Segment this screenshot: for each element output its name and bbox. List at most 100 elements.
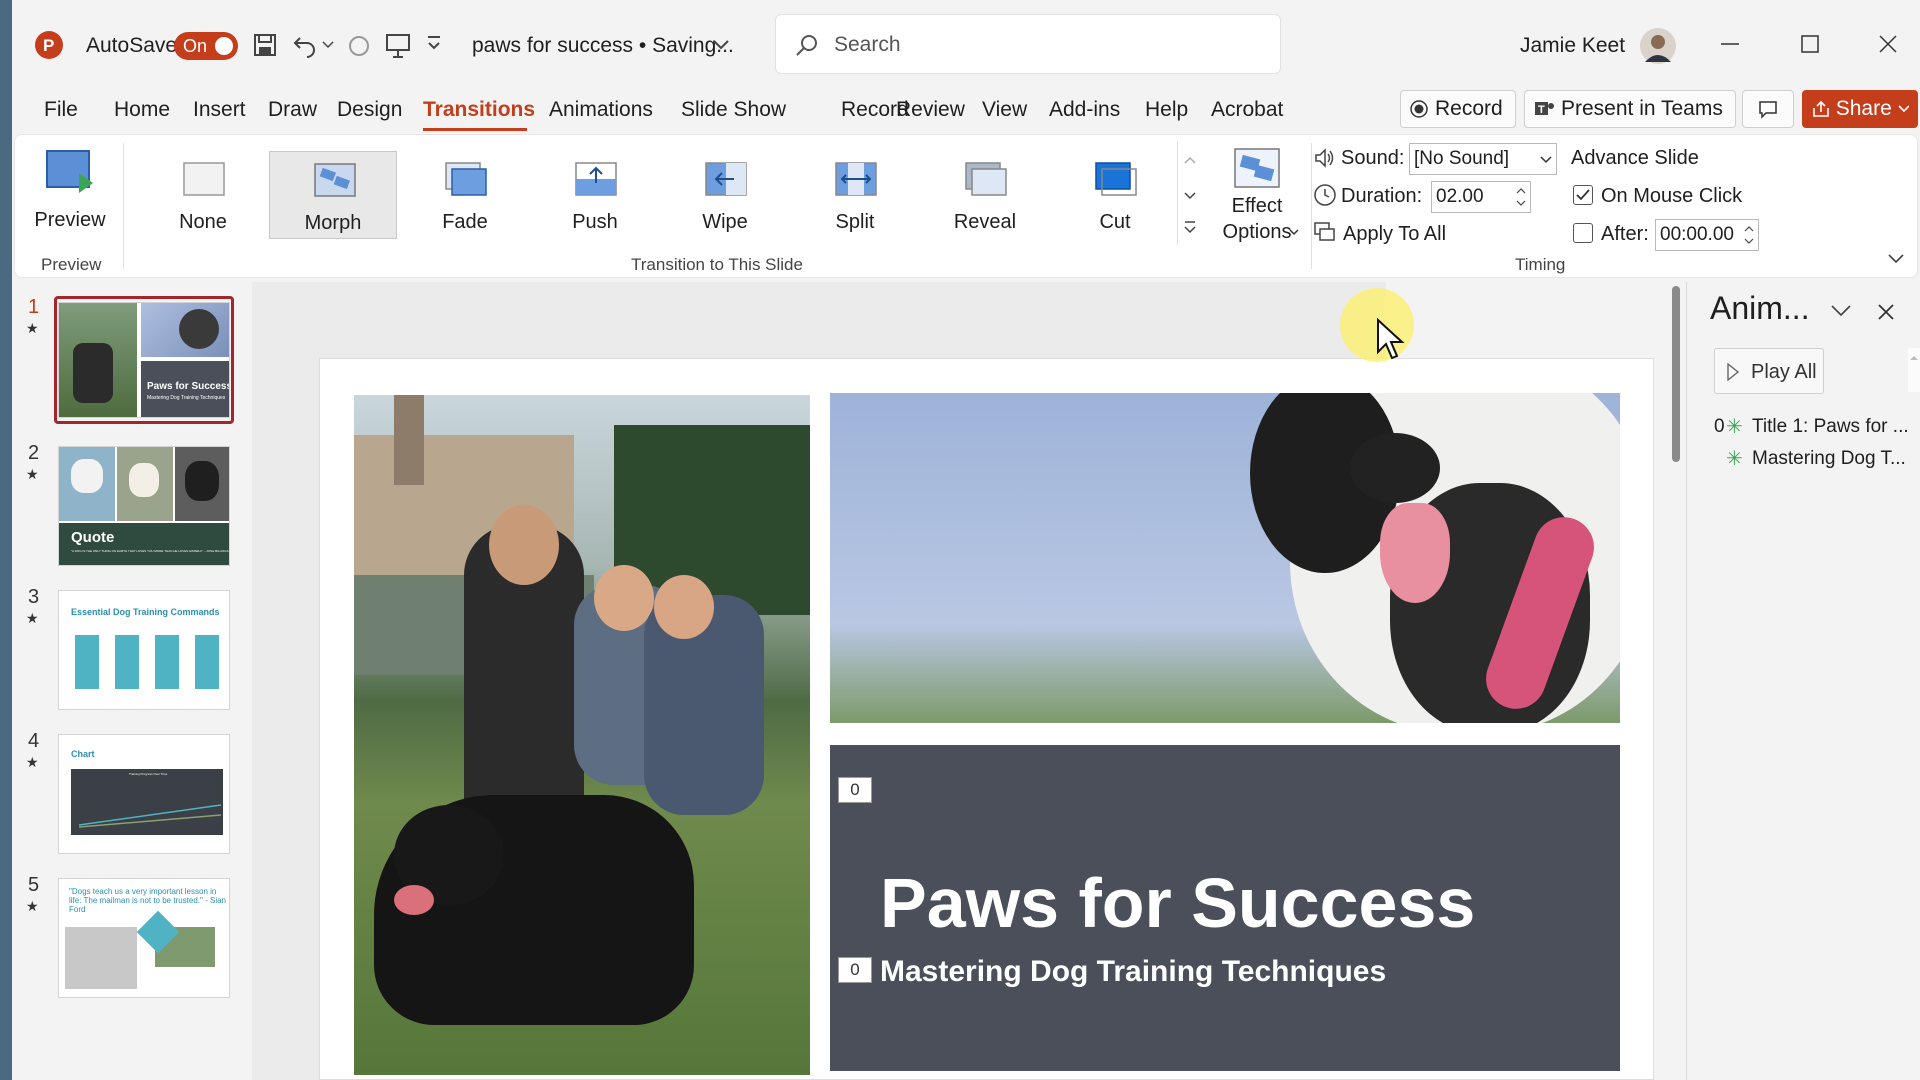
tab-animations[interactable]: Animations bbox=[549, 98, 653, 122]
slide-subtitle[interactable]: Mastering Dog Training Techniques bbox=[880, 955, 1386, 989]
duration-field[interactable]: 02.00 bbox=[1431, 181, 1531, 213]
transition-wipe[interactable]: Wipe bbox=[661, 151, 789, 239]
transition-morph[interactable]: Morph bbox=[269, 151, 397, 239]
powerpoint-logo-icon: P bbox=[35, 31, 63, 59]
comments-button[interactable] bbox=[1742, 90, 1794, 128]
present-in-teams-button[interactable]: T Present in Teams bbox=[1524, 90, 1736, 128]
share-button[interactable]: Share bbox=[1802, 90, 1918, 128]
duration-spinner-icon[interactable] bbox=[1516, 186, 1526, 208]
gallery-more-icon[interactable] bbox=[1181, 219, 1199, 237]
on-mouse-click-checkbox[interactable] bbox=[1573, 185, 1593, 205]
animation-item-label: Mastering Dog T... bbox=[1752, 448, 1906, 469]
slide-thumbnail-5[interactable]: "Dogs teach us a very important lesson i… bbox=[58, 878, 230, 998]
autosave-label: AutoSave bbox=[86, 34, 178, 57]
title-dropdown-icon[interactable] bbox=[712, 38, 730, 52]
transition-label: None bbox=[179, 211, 227, 233]
transition-split[interactable]: Split bbox=[791, 151, 919, 239]
maximize-icon[interactable] bbox=[1798, 32, 1822, 56]
user-name[interactable]: Jamie Keet bbox=[1520, 34, 1625, 58]
gallery-scroll-up-icon[interactable] bbox=[1181, 153, 1199, 167]
main-slide[interactable]: Paws for Success Mastering Dog Training … bbox=[319, 358, 1654, 1080]
animation-pane: Anim... Play All 0 ✳ Title 1: Paws for .… bbox=[1686, 282, 1920, 1080]
present-in-teams-label: Present in Teams bbox=[1561, 97, 1723, 120]
present-from-start-icon[interactable] bbox=[384, 32, 412, 60]
after-label: After: bbox=[1601, 223, 1649, 245]
appear-effect-icon: ✳ bbox=[1726, 416, 1743, 438]
play-icon bbox=[1727, 363, 1739, 381]
ribbon-collapse-icon[interactable] bbox=[1887, 253, 1905, 265]
document-title[interactable]: paws for success • Saving... bbox=[472, 34, 734, 58]
slide-thumbnail-1[interactable]: Paws for Success Mastering Dog Training … bbox=[58, 302, 230, 418]
slide-thumbnail-4[interactable]: Chart Training Progress Over Time bbox=[58, 734, 230, 854]
tab-add-ins[interactable]: Add-ins bbox=[1049, 98, 1120, 122]
autosave-toggle[interactable]: On bbox=[174, 32, 238, 60]
tab-home[interactable]: Home bbox=[114, 98, 170, 122]
animation-order-badge: 0 bbox=[838, 957, 872, 983]
save-icon[interactable] bbox=[252, 32, 278, 58]
transition-group-label: Transition to This Slide bbox=[631, 255, 803, 274]
family-photo[interactable] bbox=[354, 395, 810, 1075]
sound-label: Sound: bbox=[1341, 147, 1405, 169]
preview-button[interactable]: Preview bbox=[29, 145, 111, 235]
animation-item-2[interactable]: ✳ Mastering Dog T... bbox=[1714, 446, 1914, 476]
tab-acrobat[interactable]: Acrobat bbox=[1211, 98, 1283, 122]
ribbon: Preview Preview None Morph Fade Push Wip… bbox=[14, 134, 1918, 278]
play-all-button[interactable]: Play All bbox=[1714, 348, 1824, 394]
apply-to-all-button[interactable]: Apply To All bbox=[1343, 223, 1446, 246]
after-field[interactable]: 00:00.00 bbox=[1655, 219, 1759, 251]
transition-fade[interactable]: Fade bbox=[401, 151, 529, 239]
transition-cut[interactable]: Cut bbox=[1051, 151, 1179, 239]
pane-options-icon[interactable] bbox=[1830, 304, 1852, 318]
tab-insert[interactable]: Insert bbox=[193, 98, 246, 122]
tab-view[interactable]: View bbox=[982, 98, 1027, 122]
gallery-scroll-down-icon[interactable] bbox=[1181, 189, 1199, 203]
record-label: Record bbox=[1435, 97, 1503, 120]
preview-group-label: Preview bbox=[41, 255, 102, 274]
svg-text:T: T bbox=[1538, 104, 1545, 116]
powerpoint-window: P AutoSave On paws for success • Saving.… bbox=[12, 0, 1920, 1080]
after-spinner-icon[interactable] bbox=[1744, 224, 1754, 246]
minimize-icon[interactable] bbox=[1718, 32, 1742, 56]
share-icon bbox=[1813, 100, 1829, 117]
slide-number: 1 bbox=[28, 296, 40, 318]
transition-reveal[interactable]: Reveal bbox=[921, 151, 1049, 239]
sound-select[interactable]: [No Sound] bbox=[1409, 143, 1557, 175]
transition-none[interactable]: None bbox=[139, 151, 267, 239]
slide-thumbnail-2[interactable]: Quote "A DOG IS THE ONLY THING ON EARTH … bbox=[58, 446, 230, 566]
close-icon[interactable] bbox=[1876, 32, 1900, 56]
title-block[interactable]: Paws for Success Mastering Dog Training … bbox=[830, 745, 1620, 1071]
tab-help[interactable]: Help bbox=[1145, 98, 1188, 122]
autosave-state: On bbox=[183, 36, 208, 56]
tab-draw[interactable]: Draw bbox=[268, 98, 317, 122]
share-dropdown-icon[interactable] bbox=[1898, 104, 1909, 114]
record-button[interactable]: Record bbox=[1400, 90, 1516, 128]
canvas-scrollbar[interactable] bbox=[1672, 286, 1680, 462]
undo-icon[interactable] bbox=[292, 32, 318, 58]
tab-review[interactable]: Review bbox=[896, 98, 965, 122]
thumb-5-quote: "Dogs teach us a very important lesson i… bbox=[69, 887, 226, 914]
transition-label: Reveal bbox=[953, 211, 1017, 233]
slide-thumbnail-3[interactable]: Essential Dog Training Commands bbox=[58, 590, 230, 710]
undo-dropdown-icon[interactable] bbox=[322, 40, 334, 50]
search-box[interactable]: Search bbox=[775, 14, 1281, 74]
pane-close-icon[interactable] bbox=[1876, 302, 1896, 322]
effect-options-button[interactable]: Effect Options bbox=[1211, 145, 1303, 245]
thumb-3-title: Essential Dog Training Commands bbox=[71, 607, 220, 617]
customize-toolbar-icon[interactable] bbox=[426, 34, 442, 54]
duration-clock-icon bbox=[1314, 184, 1336, 206]
tab-design[interactable]: Design bbox=[337, 98, 402, 122]
slide-title[interactable]: Paws for Success bbox=[880, 863, 1475, 943]
transition-push[interactable]: Push bbox=[531, 151, 659, 239]
user-avatar[interactable] bbox=[1640, 28, 1676, 64]
appear-effect-icon: ✳ bbox=[1726, 448, 1743, 470]
dog-photo[interactable] bbox=[830, 393, 1620, 723]
pane-scrollbar[interactable] bbox=[1908, 348, 1920, 392]
tab-file[interactable]: File bbox=[44, 98, 78, 122]
tab-slide-show[interactable]: Slide Show bbox=[681, 98, 786, 122]
after-value: 00:00.00 bbox=[1660, 224, 1734, 245]
redo-icon[interactable] bbox=[346, 32, 372, 58]
tab-transitions[interactable]: Transitions bbox=[423, 98, 535, 122]
effect-options-icon bbox=[1234, 148, 1280, 188]
after-checkbox[interactable] bbox=[1573, 223, 1593, 243]
animation-item-1[interactable]: 0 ✳ Title 1: Paws for ... bbox=[1714, 414, 1914, 444]
